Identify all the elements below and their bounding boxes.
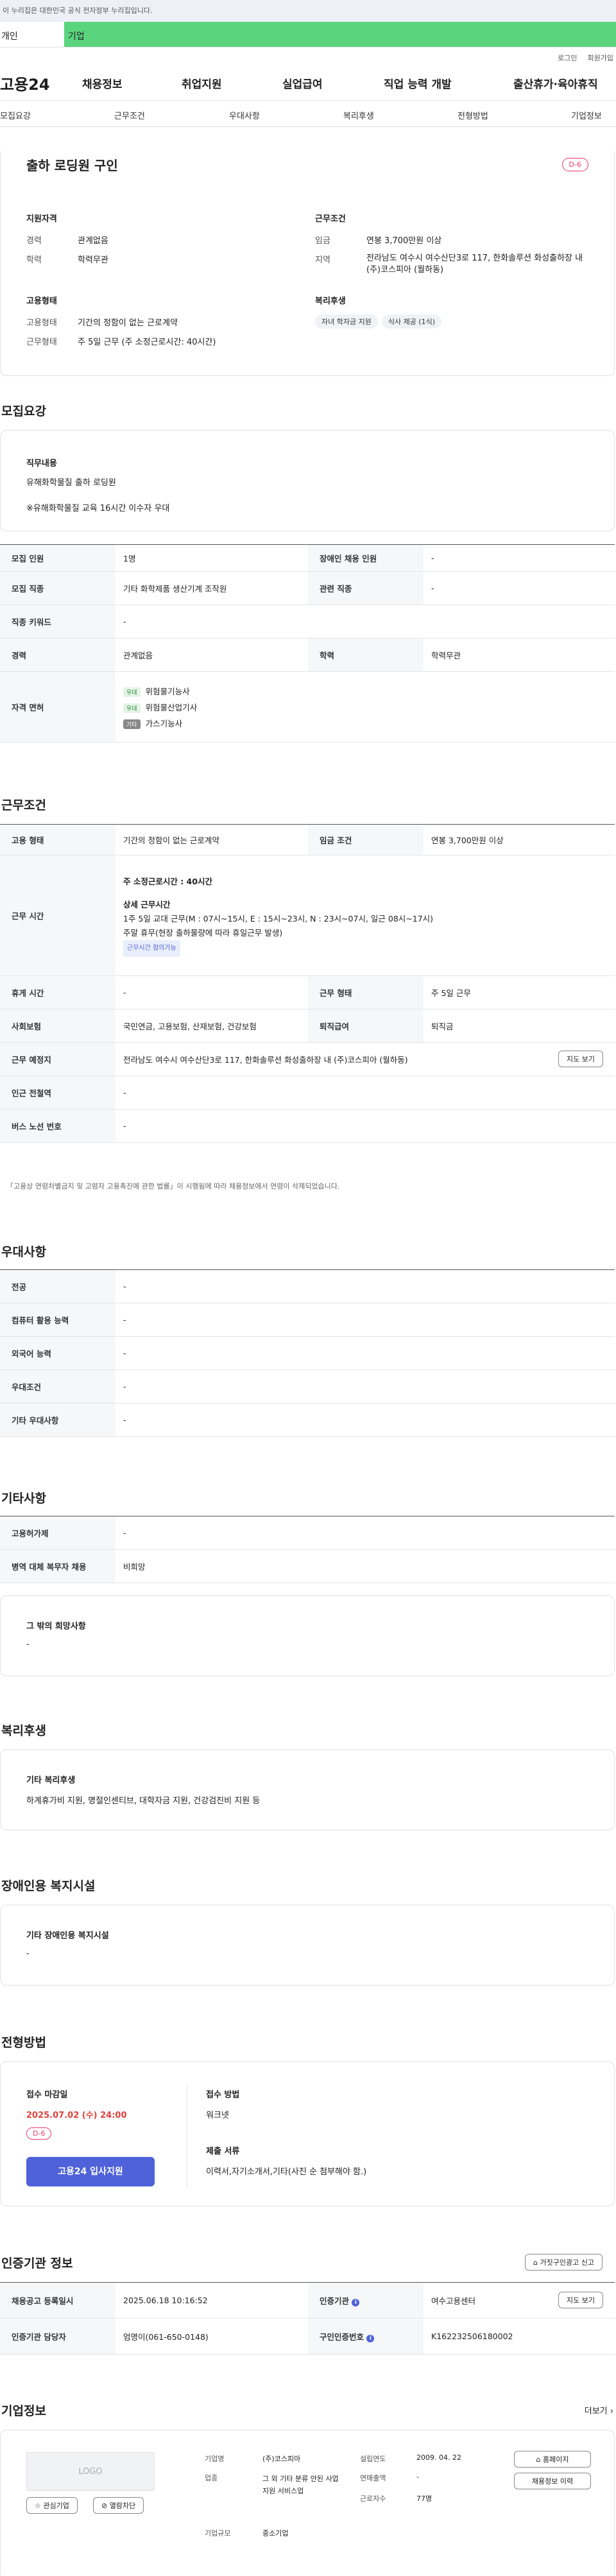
section-disab-title: 장애인용 복지시설 [1, 1879, 96, 1893]
cond-region: 지역 전라남도 여수시 여수산단3로 117, 한화솔루션 화성출하장 내 (주)… [315, 253, 583, 275]
work-type: 근무형태 주 5일 근무 (주 소정근로시간: 40시간) [26, 338, 216, 347]
section-agency-title: 인증기관 정보 [1, 2256, 73, 2271]
work-table: 고용 형태 기간의 정함이 없는 근로계약 임금 조건 연봉 3,700만원 이상 근… [0, 824, 615, 1143]
section-work-title: 근무조건 [1, 798, 46, 812]
section-company-title: 기업정보 [1, 2404, 46, 2418]
process-dday: D-6 [26, 2127, 52, 2140]
welfare-tags: 자녀 학자금 지원 식사 제공 (1식) [315, 314, 445, 329]
welfare-tag: 식사 제공 (1식) [381, 314, 442, 329]
info-icon[interactable]: i [352, 2299, 360, 2306]
map-view-button[interactable]: 지도 보기 [558, 1051, 603, 1067]
qual-career: 경력 관계없음 [26, 236, 108, 246]
cond-wage: 임금 연봉 3,700만원 이상 [315, 236, 442, 246]
recruit-table: 모집 인원 1명 장애인 채용 인원 - 모집 직종 기타 화학제품 생산기계 조작원 관… [0, 544, 615, 743]
tab-recruit[interactable]: 모집요강 [0, 109, 31, 121]
tab-welfare[interactable]: 복리후생 [343, 109, 374, 121]
company-box: LOGO ☆ 관심기업 ⊘ 열람차단 기업명 (주)코스피아 업종 그 외 기타 분… [0, 2430, 615, 2575]
signup-link[interactable]: 회원가입 [588, 53, 613, 64]
section-process-title: 전형방법 [1, 2036, 46, 2050]
emp-title: 고용형태 [26, 296, 57, 306]
info-icon[interactable]: i [366, 2335, 375, 2342]
gov-banner: 이 누리집은 대한민국 공식 전자정부 누리집입니다. [0, 0, 616, 22]
duty-line2: ※유해화학물질 교육 16시간 이수자 우대 [26, 504, 170, 513]
section-tabs: 모집요강 근무조건 우대사항 복리후생 전형방법 기업정보 [0, 100, 616, 127]
login-link[interactable]: 로그인 [558, 53, 577, 64]
global-nav: 고용24 채용정보 취업지원 실업급여 직업 능력 개발 출산휴가·육아휴직 [0, 64, 616, 100]
tab-personal[interactable]: 개인 [0, 22, 64, 47]
agency-map-button[interactable]: 지도 보기 [558, 2292, 603, 2308]
deadline-value: 2025.07.02 (수) 24:00 [26, 2111, 127, 2120]
gnb-item-parental-leave[interactable]: 출산휴가·육아휴직 [513, 75, 598, 91]
dday-badge: D-6 [561, 158, 588, 171]
weekly-hours: 주 소정근로시간 : 40시간 [123, 876, 212, 886]
tab-company[interactable]: 기업 [64, 22, 616, 47]
qual-edu: 학력 학력무관 [26, 255, 108, 265]
agency-table: 채용공고 등록일시 2025.06.18 10:16:52 인증기관 i 여수고용센터… [0, 2282, 615, 2355]
fav-company-button[interactable]: ☆ 관심기업 [26, 2497, 78, 2514]
block-company-button[interactable]: ⊘ 열람차단 [93, 2497, 144, 2514]
gnb-item-jobs[interactable]: 채용정보 [82, 75, 123, 91]
tab-company[interactable]: 기업정보 [571, 109, 602, 121]
gnb-item-training[interactable]: 직업 능력 개발 [384, 75, 452, 91]
age-notice: 「고용상 연령차별금지 및 고령자 고용촉진에 관한 법률」이 시행됨에 따라 … [6, 1182, 340, 1190]
duty-box: 직무내용 유해화학물질 출하 로딩원 ※유해화학물질 교육 16시간 이수자 우… [0, 430, 615, 531]
section-pref-title: 우대사항 [1, 1245, 46, 1259]
company-logo: LOGO [26, 2452, 155, 2491]
summary-card: 출하 로딩원 구인 D-6 지원자격 경력 관계없음 학력 학력무관 근무조건 임금… [0, 151, 615, 376]
gnb-item-unemployment[interactable]: 실업급여 [282, 75, 323, 91]
section-recruit-title: 모집요강 [1, 404, 46, 418]
pref-table: 전공 - 컴퓨터 활용 능력 - 외국어 능력 - 우대조건 - 기타 우대사항 - [0, 1269, 615, 1437]
member-type-tabs: 개인 기업 [0, 22, 616, 47]
job-title: 출하 로딩원 구인 [26, 158, 118, 173]
tab-work[interactable]: 근무조건 [114, 109, 145, 121]
section-etc-title: 기타사항 [1, 1491, 46, 1506]
etc-table: 고용허가제 - 병역 대체 복무자 채용 비희망 [0, 1516, 615, 1583]
gnb-item-employment-support[interactable]: 취업지원 [182, 75, 222, 91]
qual-title: 지원자격 [26, 214, 57, 224]
hours-negotiable-chip: 근무시간 협의가능 [123, 940, 180, 957]
company-more-link[interactable]: 더보기 › [585, 2404, 613, 2416]
process-box: 접수 마감일 2025.07.02 (수) 24:00 D-6 고용24 입사지… [0, 2061, 615, 2206]
site-logo[interactable]: 고용24 [0, 72, 50, 94]
homepage-button[interactable]: ⌂ 홈페이지 [514, 2451, 591, 2468]
section-welfare-title: 복리후생 [1, 1724, 46, 1738]
welfare-box: 기타 복리후생 하계휴가비 지원, 명절인센티브, 대학자금 지원, 건강검진비… [0, 1749, 615, 1830]
welfare-title: 복리후생 [315, 296, 346, 306]
duty-title: 직무내용 [26, 459, 57, 468]
license-list: 우대 위험물기능사 우대 위험물산업기사 기타 가스기능사 [116, 671, 615, 743]
hope-box: 그 밖의 희망사항 - [0, 1595, 615, 1676]
util-bar: 로그인 회원가입 [0, 47, 616, 64]
job-history-button[interactable]: 채용정보 이력 [514, 2473, 591, 2489]
welfare-tag: 자녀 학자금 지원 [315, 314, 378, 329]
tab-pref[interactable]: 우대사항 [229, 109, 260, 121]
disab-box: 기타 장애인용 복지시설 - [0, 1905, 615, 1986]
duty-line1: 유해화학물질 출하 로딩원 [26, 478, 116, 488]
tab-process[interactable]: 전형방법 [458, 109, 488, 121]
apply-button[interactable]: 고용24 입사지원 [26, 2157, 155, 2186]
emp-type: 고용형태 기간의 정함이 없는 근로계약 [26, 318, 178, 328]
cond-title: 근무조건 [315, 214, 346, 224]
false-ad-report-button[interactable]: ⌂ 거짓구인광고 신고 [525, 2254, 603, 2271]
